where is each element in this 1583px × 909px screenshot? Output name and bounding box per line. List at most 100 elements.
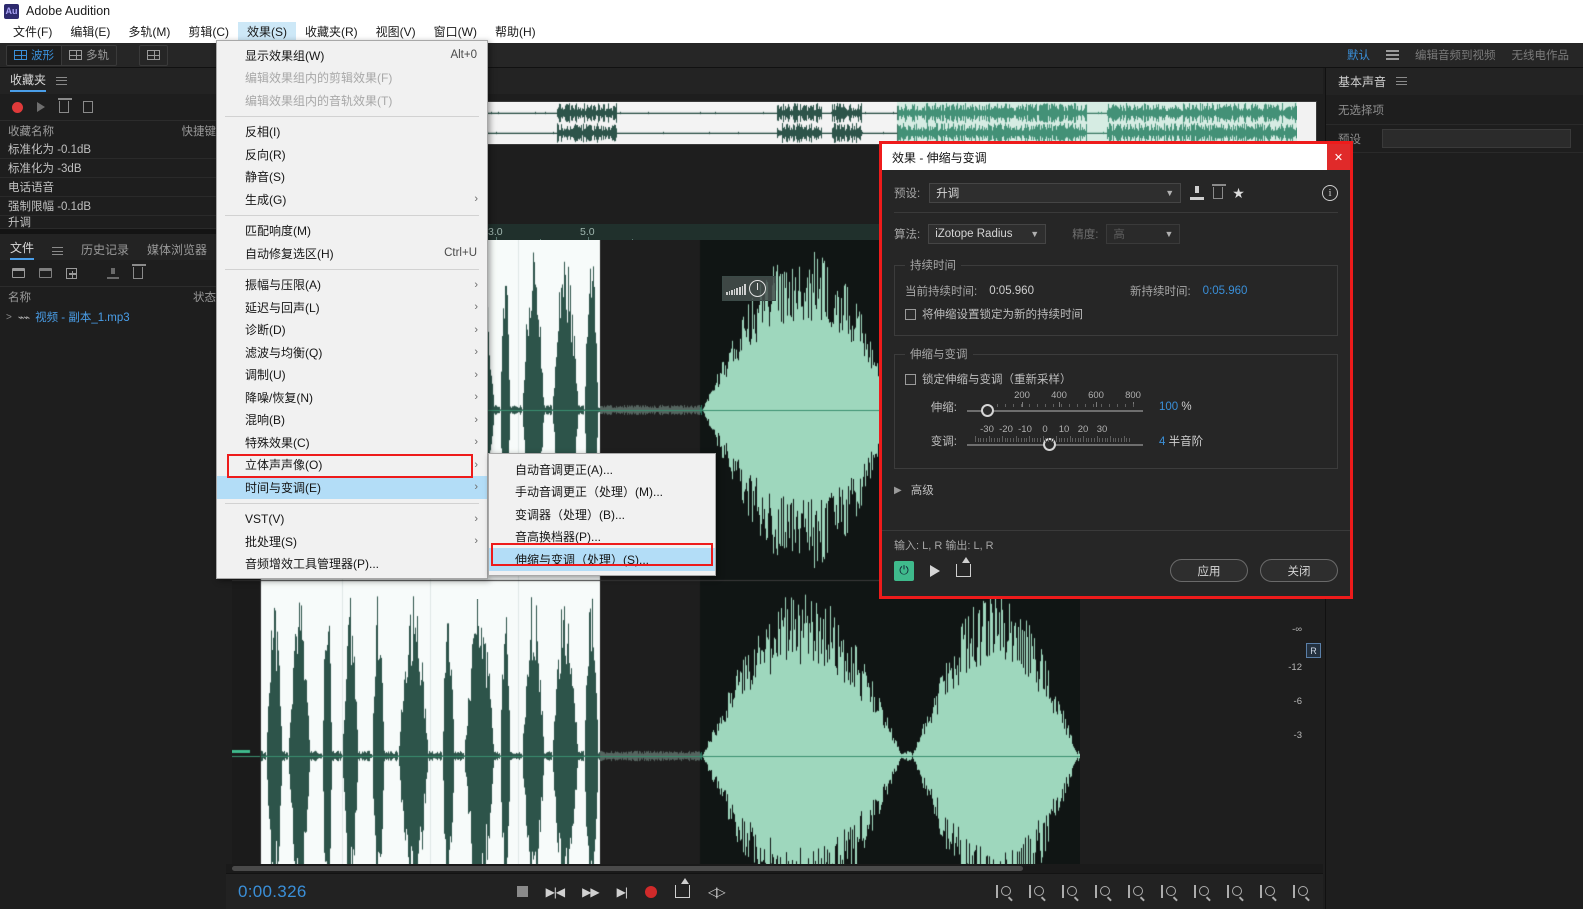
clip-gain-hud[interactable] xyxy=(722,276,776,301)
save-preset-icon[interactable] xyxy=(1190,186,1204,200)
zoom-in-amplitude-icon[interactable] xyxy=(996,884,1012,899)
pitch-slider[interactable]: -30-20-100102030 xyxy=(967,424,1143,458)
essential-sound-menu-icon[interactable] xyxy=(1396,77,1407,86)
zoom-in-right-icon[interactable] xyxy=(1194,884,1210,899)
files-tab-2[interactable]: 媒体浏览器 xyxy=(147,241,207,260)
new-file-icon[interactable] xyxy=(66,268,77,279)
stop-button[interactable] xyxy=(517,886,528,897)
skip-button[interactable]: ◁|▷ xyxy=(708,885,724,899)
zoom-out-full-in-icon[interactable] xyxy=(1095,884,1111,899)
effects-menu-item[interactable]: 反相(I) xyxy=(217,121,487,144)
favorite-item[interactable]: 标准化为 -3dB xyxy=(0,159,224,178)
effects-menu-item[interactable]: 混响(B)› xyxy=(217,409,487,432)
pitch-value[interactable]: 4 xyxy=(1159,436,1165,448)
loop-button[interactable] xyxy=(675,885,690,898)
play-button[interactable]: ▶|◀ xyxy=(546,885,565,899)
skip-to-end-button[interactable]: ▶| xyxy=(617,885,627,899)
zoom-grid-icon[interactable] xyxy=(1293,884,1309,899)
effects-menu-item[interactable]: 生成(G)› xyxy=(217,188,487,211)
lock-duration-row[interactable]: 将伸缩设置锁定为新的持续时间 xyxy=(905,303,1327,325)
hud-gain-knob-icon[interactable] xyxy=(749,280,766,297)
menu-1[interactable]: 编辑(E) xyxy=(61,22,119,43)
favorites-menu-icon[interactable] xyxy=(56,77,67,86)
zoom-out-both-icon[interactable] xyxy=(1227,884,1243,899)
favorites-tab[interactable]: 收藏夹 xyxy=(10,71,46,92)
effects-menu-item[interactable]: 自动修复选区(H)Ctrl+U xyxy=(217,242,487,265)
delete-favorite-icon[interactable] xyxy=(59,101,69,113)
stretch-value[interactable]: 100 xyxy=(1159,401,1178,413)
favorite-preset-icon[interactable]: ★ xyxy=(1232,186,1245,200)
record-favorite-icon[interactable] xyxy=(12,102,23,113)
multitrack-view-button[interactable]: 多轨 xyxy=(62,46,116,65)
play-favorite-icon[interactable] xyxy=(37,102,45,112)
time-pitch-submenu-item[interactable]: 自动音调更正(A)... xyxy=(489,458,715,481)
favorite-item[interactable]: 升调 xyxy=(0,216,224,229)
record-button[interactable] xyxy=(645,886,657,898)
lock-stretch-row[interactable]: 锁定伸缩与变调（重新采样） xyxy=(905,368,1327,390)
preset-combobox[interactable]: 升调 ▼ xyxy=(929,183,1181,203)
time-pitch-submenu-item[interactable]: 伸缩与变调（处理）(S)... xyxy=(489,548,715,571)
zoom-out-amplitude-icon[interactable] xyxy=(1029,884,1045,899)
effects-menu-item[interactable]: 振幅与压限(A)› xyxy=(217,274,487,297)
current-time-display[interactable]: 0:00.326 xyxy=(226,882,307,902)
effects-menu-item[interactable]: 反向(R) xyxy=(217,143,487,166)
menu-2[interactable]: 多轨(M) xyxy=(119,22,179,43)
effects-menu-item[interactable]: 匹配响度(M) xyxy=(217,220,487,243)
effects-menu-item[interactable]: 立体声声像(O)› xyxy=(217,454,487,477)
effects-menu-item[interactable]: 诊断(D)› xyxy=(217,319,487,342)
menu-8[interactable]: 帮助(H) xyxy=(486,22,545,43)
workspace-edit-audio-to-video[interactable]: 编辑音频到视频 xyxy=(1415,47,1496,63)
effects-menu-item[interactable]: VST(V)› xyxy=(217,508,487,531)
favorite-item[interactable]: 电话语音 xyxy=(0,178,224,197)
close-file-icon[interactable] xyxy=(133,267,143,279)
essential-sound-preset-field[interactable] xyxy=(1382,129,1571,148)
scrollbar-thumb[interactable] xyxy=(232,866,1023,871)
time-pitch-submenu-item[interactable]: 手动音调更正（处理）(M)... xyxy=(489,481,715,504)
files-tab-0[interactable]: 文件 xyxy=(10,239,34,260)
close-button[interactable]: 关闭 xyxy=(1260,559,1338,582)
time-pitch-submenu-item[interactable]: 变调器（处理）(B)... xyxy=(489,503,715,526)
file-list-item[interactable]: >⌁⌁视频 - 副本_1.mp3 xyxy=(0,306,224,328)
effect-power-toggle-icon[interactable]: ⏻ xyxy=(894,561,914,581)
favorite-item[interactable]: 强制限幅 -0.1dB xyxy=(0,197,224,216)
stretch-slider-knob[interactable] xyxy=(981,404,994,417)
open-recent-icon[interactable] xyxy=(39,268,52,278)
lock-stretch-checkbox[interactable] xyxy=(905,374,916,385)
workspace-radio-production[interactable]: 无线电作品 xyxy=(1512,47,1570,63)
effects-menu-item[interactable]: 调制(U)› xyxy=(217,364,487,387)
files-tab-1[interactable]: 历史记录 xyxy=(81,241,129,260)
algorithm-combobox[interactable]: iZotope Radius ▼ xyxy=(928,224,1046,244)
waveform-view-button[interactable]: 波形 xyxy=(7,46,62,65)
preview-play-icon[interactable] xyxy=(930,565,940,577)
workspace-default[interactable]: 默认 xyxy=(1347,47,1370,63)
open-file-icon[interactable] xyxy=(12,268,25,278)
menu-0[interactable]: 文件(F) xyxy=(4,22,61,43)
effects-menu-item[interactable]: 滤波与均衡(Q)› xyxy=(217,341,487,364)
zoom-in-left-icon[interactable] xyxy=(1161,884,1177,899)
zoom-in-selection-icon[interactable] xyxy=(1062,884,1078,899)
effects-menu-item[interactable]: 静音(S) xyxy=(217,166,487,189)
favorite-item[interactable]: 标准化为 -0.1dB xyxy=(0,140,224,159)
effects-menu-item[interactable]: 时间与变调(E)› xyxy=(217,476,487,499)
spectral-display-button[interactable] xyxy=(140,46,167,65)
effects-menu-item[interactable]: 降噪/恢复(N)› xyxy=(217,386,487,409)
dialog-titlebar[interactable]: 效果 - 伸缩与变调 ✕ xyxy=(882,144,1350,170)
effects-menu-item[interactable]: 音频增效工具管理器(P)... xyxy=(217,553,487,576)
effects-menu-item[interactable]: 显示效果组(W)Alt+0 xyxy=(217,44,487,67)
info-icon[interactable]: i xyxy=(1322,185,1338,201)
effects-menu-item[interactable]: 延迟与回声(L)› xyxy=(217,296,487,319)
files-menu-icon[interactable] xyxy=(52,247,63,256)
apply-button[interactable]: 应用 xyxy=(1170,559,1248,582)
stretch-slider[interactable]: 200400600800 xyxy=(967,390,1143,424)
effects-menu-item[interactable]: 特殊效果(C)› xyxy=(217,431,487,454)
workspace-menu-icon[interactable] xyxy=(1386,50,1399,60)
advanced-disclosure-row[interactable]: ▶ 高级 xyxy=(894,475,1338,505)
zoom-out-full-out-icon[interactable] xyxy=(1128,884,1144,899)
horizontal-scrollbar[interactable] xyxy=(226,864,1323,873)
new-duration-value[interactable]: 0:05.960 xyxy=(1203,285,1248,297)
import-file-icon[interactable] xyxy=(107,268,119,279)
fast-forward-button[interactable]: ▶▶ xyxy=(582,885,598,899)
edit-favorite-icon[interactable] xyxy=(83,101,93,113)
dialog-close-icon[interactable]: ✕ xyxy=(1327,144,1350,170)
expand-chevron-icon[interactable]: > xyxy=(6,312,12,323)
